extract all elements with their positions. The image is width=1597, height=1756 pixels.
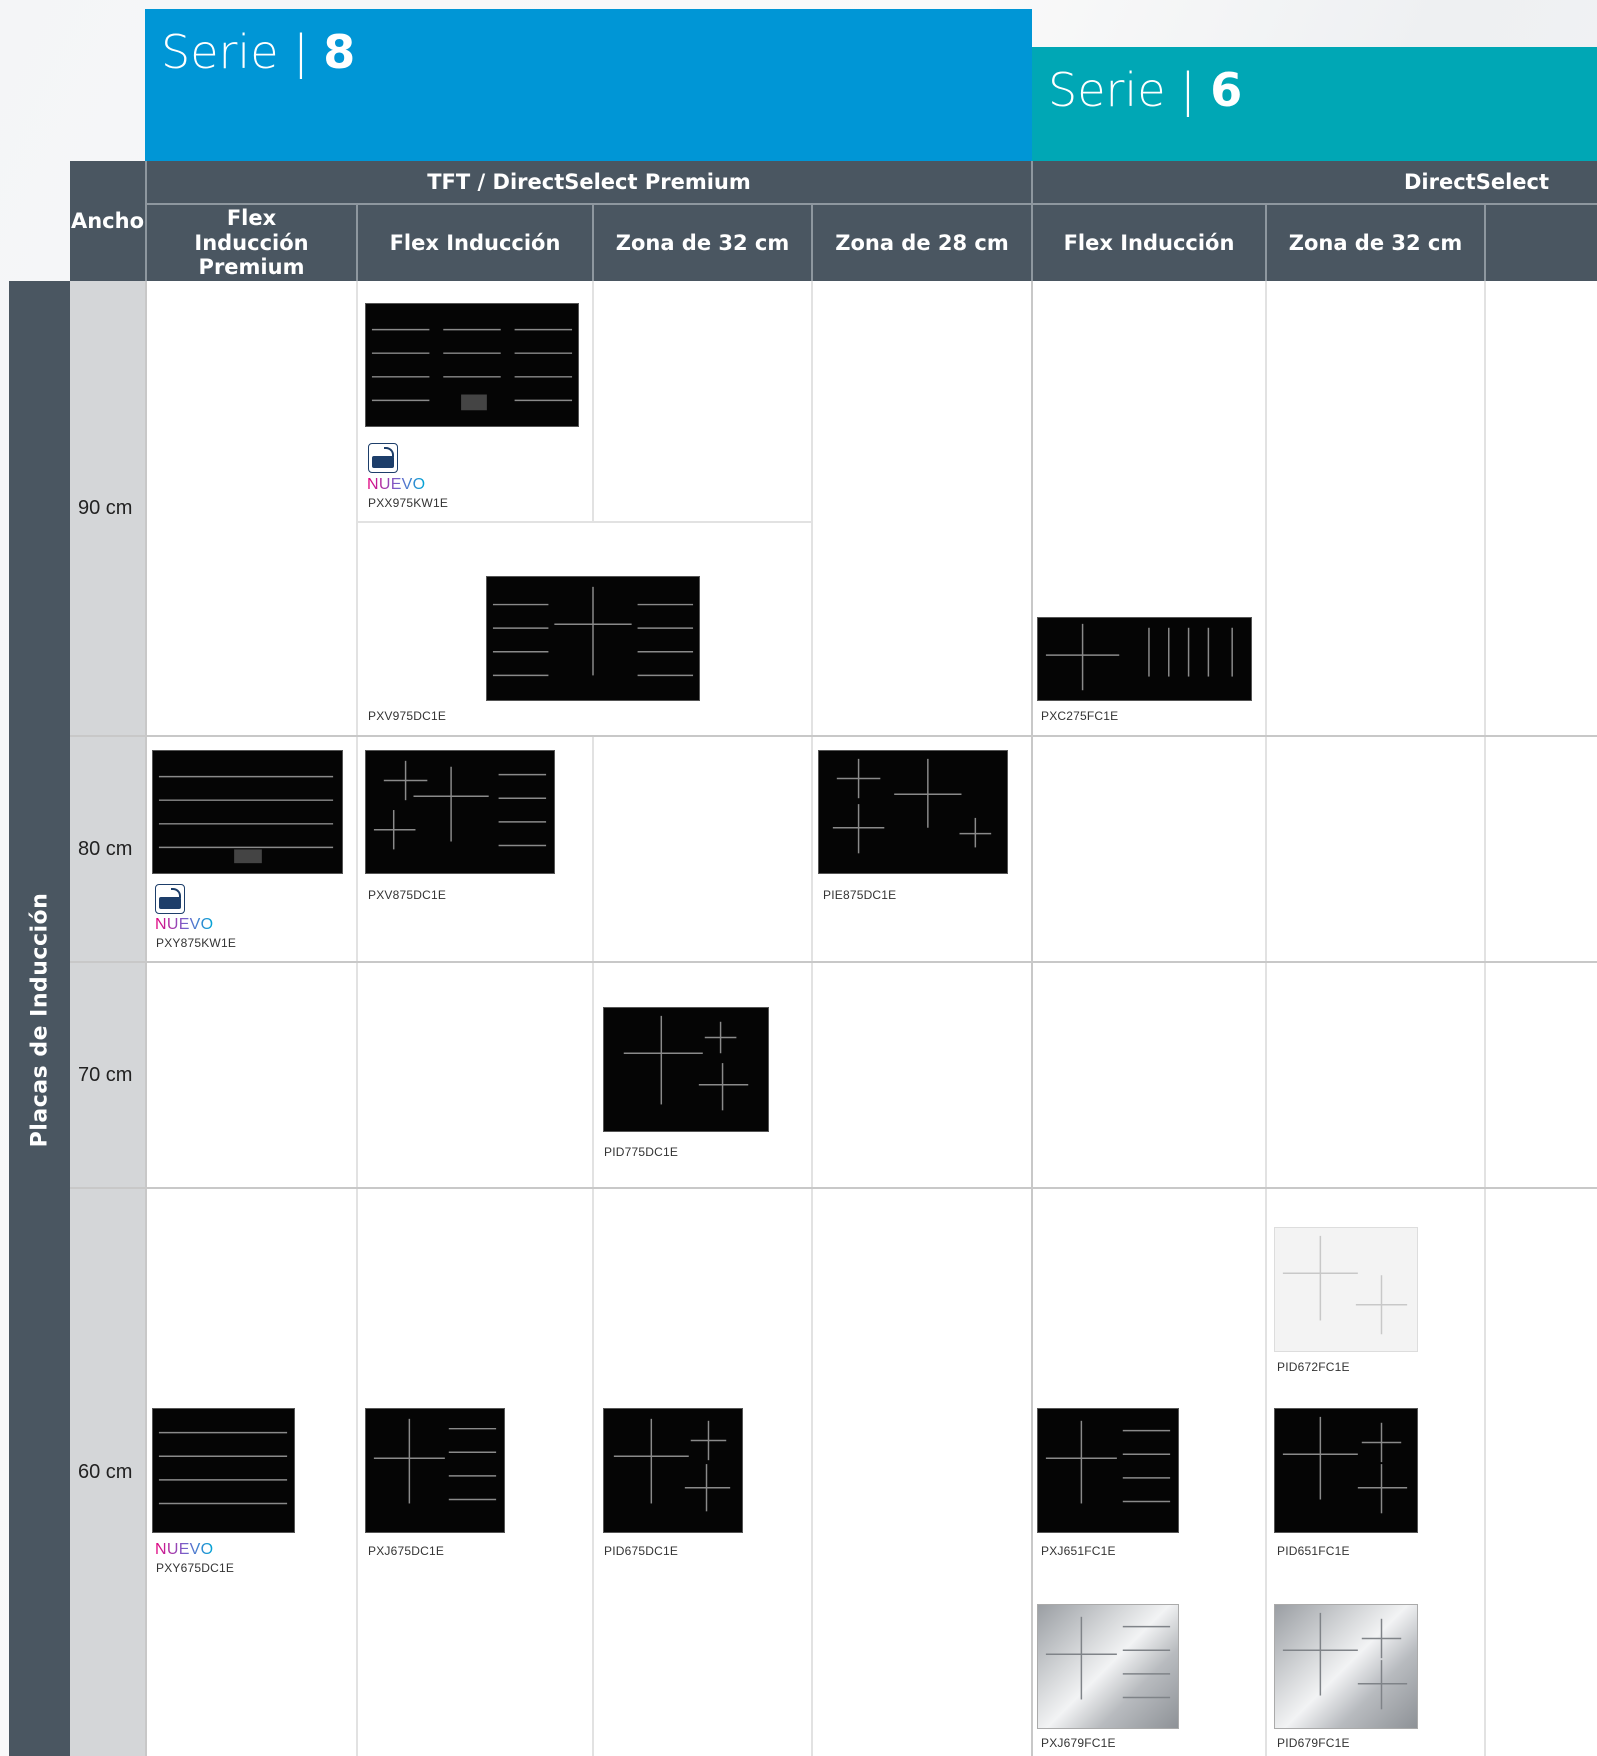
header-group-tft: TFT / DirectSelect Premium [427,169,751,194]
model-number: PXJ651FC1E [1041,1544,1116,1558]
new-badge: NUEVO [155,916,214,933]
cooktop-image-pxj651fc1e [1037,1408,1179,1533]
row-label-60: 60 cm [70,1189,146,1756]
cooktop-image-pxx975kw1e [365,303,579,427]
grid-line [592,281,594,521]
grid-line [1265,281,1267,1756]
grid-line [592,737,594,1756]
model-number: PXV875DC1E [368,888,447,902]
new-badge: NUEVO [367,476,426,493]
row-label-90: 90 cm [70,281,146,735]
column-header-extra [1486,205,1597,281]
model-number: PID775DC1E [604,1145,679,1159]
model-number: PID651FC1E [1277,1544,1350,1558]
serie-8-title: Serie | 8 [161,25,356,79]
model-number: PXY875KW1E [156,936,237,950]
model-number: PID679FC1E [1277,1736,1350,1750]
grid-line [70,735,1597,737]
grid-line [811,281,813,1756]
home-connect-icon [155,884,185,914]
serie-8-banner: Serie | 8 [145,9,1032,161]
cooktop-image-pxc275fc1e [1037,617,1252,701]
cooktop-image-pxy875kw1e [152,750,343,874]
serie-6-title: Serie | 6 [1048,63,1243,117]
model-number: PIE875DC1E [823,888,897,902]
cooktop-image-pid672fc1e [1274,1227,1418,1352]
new-badge: NUEVO [155,1541,214,1558]
model-number: PXX975KW1E [368,496,449,510]
grid-line [70,1187,1597,1189]
header-group-directselect: DirectSelect [1403,169,1549,194]
column-header-zona-32-s6: Zona de 32 cm [1288,230,1463,255]
model-number: PID675DC1E [604,1544,679,1558]
column-header-flex-s6: Flex Inducción [1063,230,1235,255]
cooktop-image-pid651fc1e [1274,1408,1418,1533]
grid-line [1031,281,1033,1756]
grid-line [70,961,1597,963]
cooktop-image-pxj679fc1e [1037,1604,1179,1729]
column-header-zona-28: Zona de 28 cm [835,230,1009,255]
cooktop-image-pxv875dc1e [365,750,555,874]
cooktop-image-pxj675dc1e [365,1408,505,1533]
model-number: PXY675DC1E [156,1561,235,1575]
grid-line [1484,281,1486,1756]
column-header-zona-32: Zona de 32 cm [615,230,790,255]
model-number: PXV975DC1E [368,709,447,723]
cooktop-image-pid675dc1e [603,1408,743,1533]
cooktop-image-pie875dc1e [818,750,1008,874]
model-number: PXJ675DC1E [368,1544,445,1558]
home-connect-icon [368,443,398,473]
model-number: PID672FC1E [1277,1360,1350,1374]
grid-line [358,521,811,523]
model-number: PXJ679FC1E [1041,1736,1116,1750]
cooktop-image-pid775dc1e [603,1007,769,1132]
header-ancho: Ancho [70,208,145,233]
row-label-80: 80 cm [70,737,146,961]
cooktop-image-pid679fc1e [1274,1604,1418,1729]
cooktop-image-pxv975dc1e [486,576,700,701]
model-number: PXC275FC1E [1041,709,1119,723]
cooktop-image-pxy675dc1e [152,1408,295,1533]
column-header-flex: Flex Inducción [389,230,561,255]
column-header-flex-premium: Flex Inducción Premium [194,205,309,280]
side-label: Placas de Inducción [27,892,53,1148]
grid-line [356,281,358,1756]
grid-line [145,281,147,1756]
table-body [145,281,1597,1756]
serie-6-banner: Serie | 6 [1032,47,1597,161]
row-label-70: 70 cm [70,963,146,1187]
